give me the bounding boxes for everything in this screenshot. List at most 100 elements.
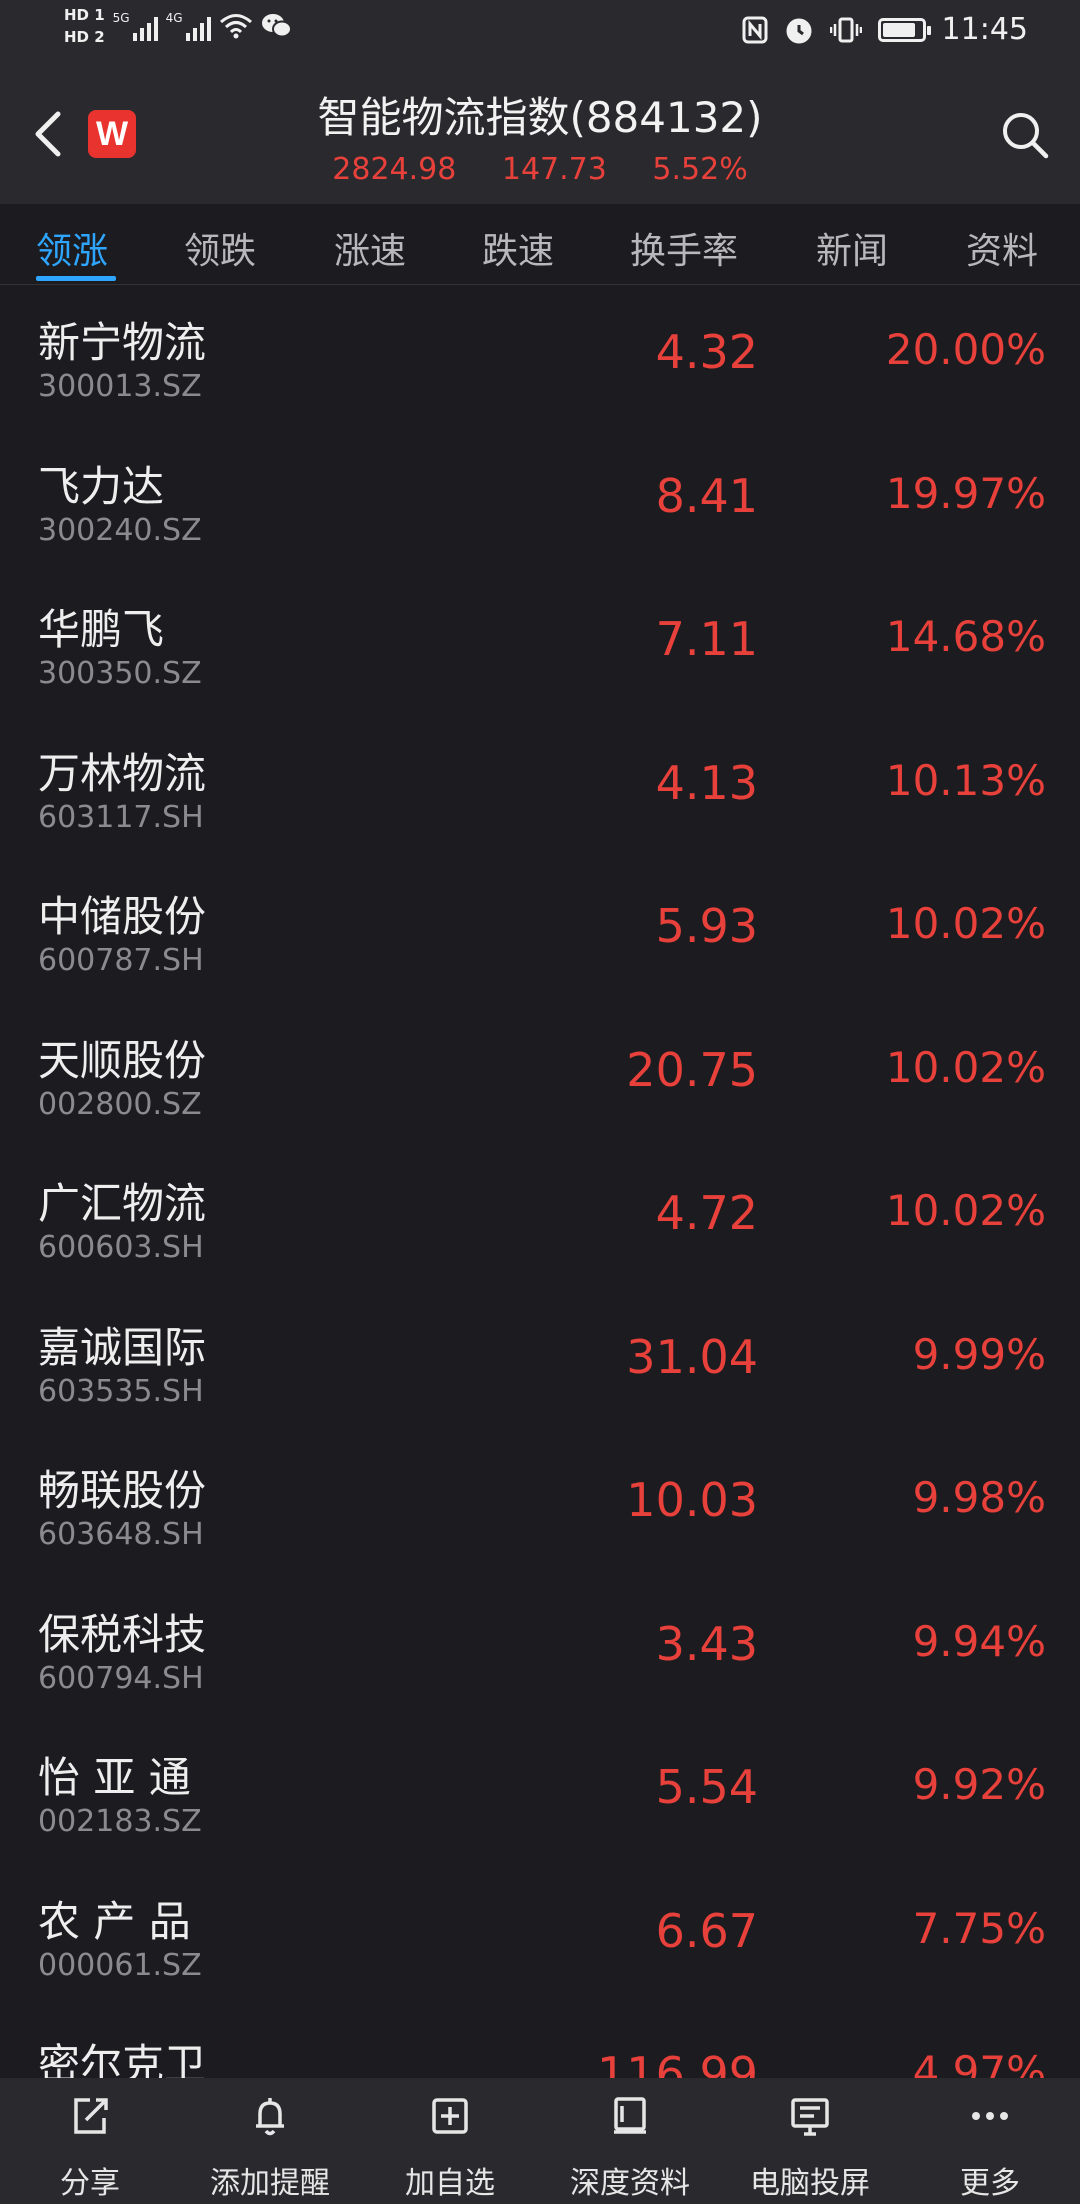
- search-icon[interactable]: [998, 108, 1052, 162]
- stock-row[interactable]: 怡 亚 通 002183.SZ 5.54 9.92%: [0, 1720, 1080, 1864]
- battery-icon: [877, 17, 931, 42]
- sim2-label: HD 2: [64, 28, 105, 46]
- stock-price: 6.67: [655, 1903, 758, 1958]
- stock-code: 603117.SH: [38, 799, 204, 835]
- stock-price: 4.72: [655, 1186, 758, 1240]
- stock-name: 嘉诚国际: [38, 1322, 207, 1372]
- tab-news[interactable]: 新闻: [816, 222, 888, 274]
- battery-fill: [882, 22, 915, 37]
- stock-code: 000061.SZ: [38, 1947, 202, 1983]
- stock-code: 600794.SH: [38, 1660, 204, 1696]
- stock-code: 600603.SH: [38, 1230, 204, 1265]
- stock-change-pct: 10.13%: [885, 755, 1046, 805]
- stock-name: 中储股份: [38, 892, 207, 941]
- index-change: 147.73: [501, 152, 607, 187]
- stock-row[interactable]: 飞力达 300240.SZ 8.41 19.97%: [0, 429, 1080, 573]
- status-time: 11:45: [941, 12, 1028, 47]
- vibrate-icon: [829, 17, 862, 42]
- status-left: HD 1 HD 2 5G 4G: [64, 6, 293, 46]
- stock-price: 20.75: [626, 1042, 758, 1097]
- more-dots-icon: [972, 2112, 1008, 2120]
- stock-name: 天顺股份: [38, 1035, 207, 1085]
- stock-price: 10.03: [626, 1473, 758, 1527]
- stock-change-pct: 9.99%: [912, 1329, 1046, 1379]
- active-tab-indicator: [36, 276, 116, 281]
- share-button[interactable]: 分享: [0, 2078, 180, 2204]
- status-right: 11:45: [742, 12, 1028, 47]
- stock-code: 300240.SZ: [38, 512, 202, 548]
- stock-name: 万林物流: [38, 748, 207, 798]
- stock-name: 广汇物流: [38, 1179, 207, 1228]
- stock-name: 怡 亚 通: [38, 1753, 191, 1802]
- stock-price: 8.41: [655, 468, 758, 523]
- add-alert-button[interactable]: 添加提醒: [180, 2078, 360, 2204]
- stock-row[interactable]: 华鹏飞 300350.SZ 7.11 14.68%: [0, 572, 1080, 716]
- stock-code: 603535.SH: [38, 1373, 204, 1409]
- stock-row[interactable]: 农 产 品 000061.SZ 6.67 7.75%: [0, 1864, 1080, 2008]
- bottom-toolbar: 分享 添加提醒 加自选 深度资料 电脑投屏 更多: [0, 2078, 1080, 2204]
- stock-name: 新宁物流: [38, 318, 207, 367]
- wifi-icon: [219, 14, 252, 39]
- book-icon: [614, 2097, 646, 2134]
- screen-cast-button[interactable]: 电脑投屏: [720, 2078, 900, 2204]
- stock-price: 5.93: [655, 899, 758, 953]
- deep-data-label: 深度资料: [570, 2166, 690, 2201]
- network-5g-label: 5G: [112, 11, 130, 25]
- status-bar: HD 1 HD 2 5G 4G 11:45: [0, 0, 1080, 66]
- stock-code: 300013.SZ: [38, 369, 202, 404]
- stock-code: 002800.SZ: [38, 1086, 202, 1122]
- tab-fall-speed[interactable]: 跌速: [482, 222, 554, 274]
- page-title: 智能物流指数(884132): [317, 93, 763, 142]
- stock-change-pct: 10.02%: [885, 1186, 1046, 1235]
- screen-cast-label: 电脑投屏: [750, 2166, 870, 2201]
- signal-5g-icon: 5G: [113, 11, 158, 41]
- stock-price: 5.54: [655, 1760, 758, 1814]
- stock-row[interactable]: 天顺股份 002800.SZ 20.75 10.02%: [0, 1003, 1080, 1147]
- stock-change-pct: 20.00%: [885, 325, 1046, 374]
- index-price: 2824.98: [332, 152, 457, 187]
- nfc-icon: [742, 16, 768, 43]
- stock-list: 新宁物流 300013.SZ 4.32 20.00% 飞力达 300240.SZ…: [0, 285, 1080, 2151]
- alarm-icon: [786, 18, 812, 43]
- tab-lead-losers[interactable]: 领跌: [184, 222, 256, 274]
- stock-change-pct: 10.02%: [885, 1042, 1046, 1092]
- stock-change-pct: 9.98%: [912, 1473, 1046, 1522]
- tab-turnover[interactable]: 换手率: [630, 222, 738, 274]
- add-watchlist-button[interactable]: 加自选: [360, 2078, 540, 2204]
- tab-rise-speed[interactable]: 涨速: [334, 222, 406, 274]
- stock-change-pct: 9.92%: [912, 1760, 1046, 1809]
- stock-code: 603648.SH: [38, 1517, 204, 1552]
- share-label: 分享: [60, 2166, 120, 2201]
- stock-code: 300350.SZ: [38, 656, 202, 691]
- stock-price: 31.04: [626, 1329, 758, 1384]
- stock-name: 华鹏飞: [38, 605, 165, 654]
- tab-lead-gainers[interactable]: 领涨: [36, 222, 108, 274]
- share-icon: [74, 2098, 108, 2134]
- tab-bar: 领涨 领跌 涨速 跌速 换手率 新闻 资料: [0, 204, 1080, 285]
- stock-price: 3.43: [655, 1616, 758, 1671]
- tab-profile[interactable]: 资料: [966, 222, 1038, 274]
- network-4g-label: 4G: [165, 11, 183, 25]
- stock-change-pct: 19.97%: [885, 468, 1046, 518]
- add-watchlist-label: 加自选: [405, 2166, 495, 2201]
- stock-row[interactable]: 中储股份 600787.SH 5.93 10.02%: [0, 859, 1080, 1003]
- stock-change-pct: 14.68%: [885, 612, 1046, 661]
- stock-row[interactable]: 畅联股份 603648.SH 10.03 9.98%: [0, 1433, 1080, 1577]
- wechat-icon: [261, 14, 292, 38]
- sim-indicators: HD 1 HD 2: [64, 6, 105, 46]
- index-change-pct: 5.52%: [652, 152, 748, 187]
- stock-row[interactable]: 广汇物流 600603.SH 4.72 10.02%: [0, 1146, 1080, 1290]
- stock-row[interactable]: 嘉诚国际 603535.SH 31.04 9.99%: [0, 1290, 1080, 1434]
- stock-code: 002183.SZ: [38, 1804, 202, 1839]
- deep-data-button[interactable]: 深度资料: [540, 2078, 720, 2204]
- more-button[interactable]: 更多: [900, 2078, 1080, 2204]
- stock-row[interactable]: 万林物流 603117.SH 4.13 10.13%: [0, 716, 1080, 860]
- stock-price: 7.11: [655, 612, 758, 666]
- stock-row[interactable]: 保税科技 600794.SH 3.43 9.94%: [0, 1577, 1080, 1721]
- add-alert-label: 添加提醒: [210, 2166, 330, 2201]
- stock-name: 农 产 品: [38, 1896, 191, 1946]
- stock-price: 4.32: [655, 325, 758, 379]
- screen-cast-icon: [791, 2098, 829, 2136]
- stock-change-pct: 10.02%: [885, 899, 1046, 948]
- stock-row[interactable]: 新宁物流 300013.SZ 4.32 20.00%: [0, 285, 1080, 429]
